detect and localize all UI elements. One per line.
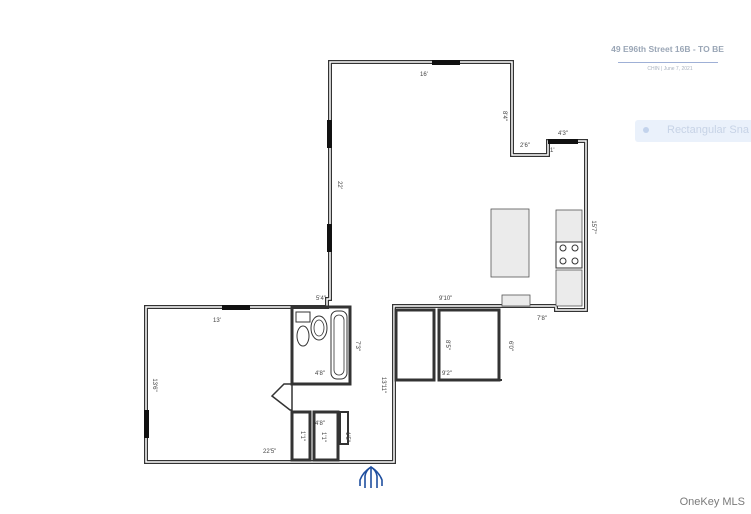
counter (555, 269, 583, 307)
window (432, 60, 460, 65)
dim-small-closet-1: 1'1" (299, 431, 305, 441)
dim-bedroom-top: 13' (213, 318, 221, 324)
snap-tool-icon (643, 127, 649, 133)
stove (555, 241, 583, 269)
dim-closet-a-width: 9'2" (442, 371, 452, 377)
dim-bath-height: 7'3" (354, 341, 360, 351)
toilet-tank (295, 311, 311, 323)
snap-tool-button[interactable]: Rectangular Sna (635, 120, 751, 142)
entry-arrow-icon (359, 466, 383, 488)
dim-upper-right-drop: 8'4" (501, 111, 507, 121)
room-closet (394, 308, 436, 382)
bathtub (330, 310, 348, 380)
dim-step-in: 2'6" (520, 143, 530, 149)
dim-bedroom-height: 13'6" (151, 378, 157, 391)
window (222, 305, 250, 310)
kitchen-island (490, 208, 530, 278)
dim-living-bottom: 9'10" (439, 296, 452, 302)
door-swing (270, 383, 293, 411)
dim-kitchen-top: 4'3" (558, 131, 568, 137)
dim-closet-b-width: 7'8" (537, 316, 547, 322)
dim-small-closet-3: 1'1" (320, 432, 326, 442)
dim-bedroom-bottom: 22'5" (263, 449, 276, 455)
dim-small-closet-2: 4'8" (315, 421, 325, 427)
dim-step-small: 1' (550, 148, 554, 154)
snap-tool-label: Rectangular Sna (667, 124, 749, 136)
counter (555, 209, 583, 243)
toilet-bowl (296, 325, 310, 347)
dim-kitchen-height: 15'7" (590, 220, 596, 233)
dim-small-closet-4: 1'5" (344, 432, 350, 442)
dim-closet-a-height: 8'5" (444, 340, 450, 350)
window (144, 410, 149, 438)
dim-top-width: 16' (420, 72, 428, 78)
dim-closet-b-height: 6'0" (507, 341, 513, 351)
dim-hall-width: 5'4" (316, 296, 326, 302)
dim-bath-width: 4'8" (315, 371, 325, 377)
window (327, 120, 332, 148)
dim-hall-height: 13'11" (380, 377, 386, 393)
window (548, 139, 578, 144)
window (327, 224, 332, 252)
floor-plan: 16' 8'4" 2'6" 1' 4'3" 15'7" 22' 5'4" 9'1… (144, 60, 596, 488)
dim-living-height: 22' (336, 181, 342, 189)
plan-subtitle: CHIN | June 7, 2021 (647, 66, 693, 72)
counter (501, 294, 531, 307)
plan-title: 49 E96th Street 16B - TO BE (611, 44, 724, 54)
title-divider (618, 62, 718, 63)
watermark: OneKey MLS (679, 496, 745, 508)
